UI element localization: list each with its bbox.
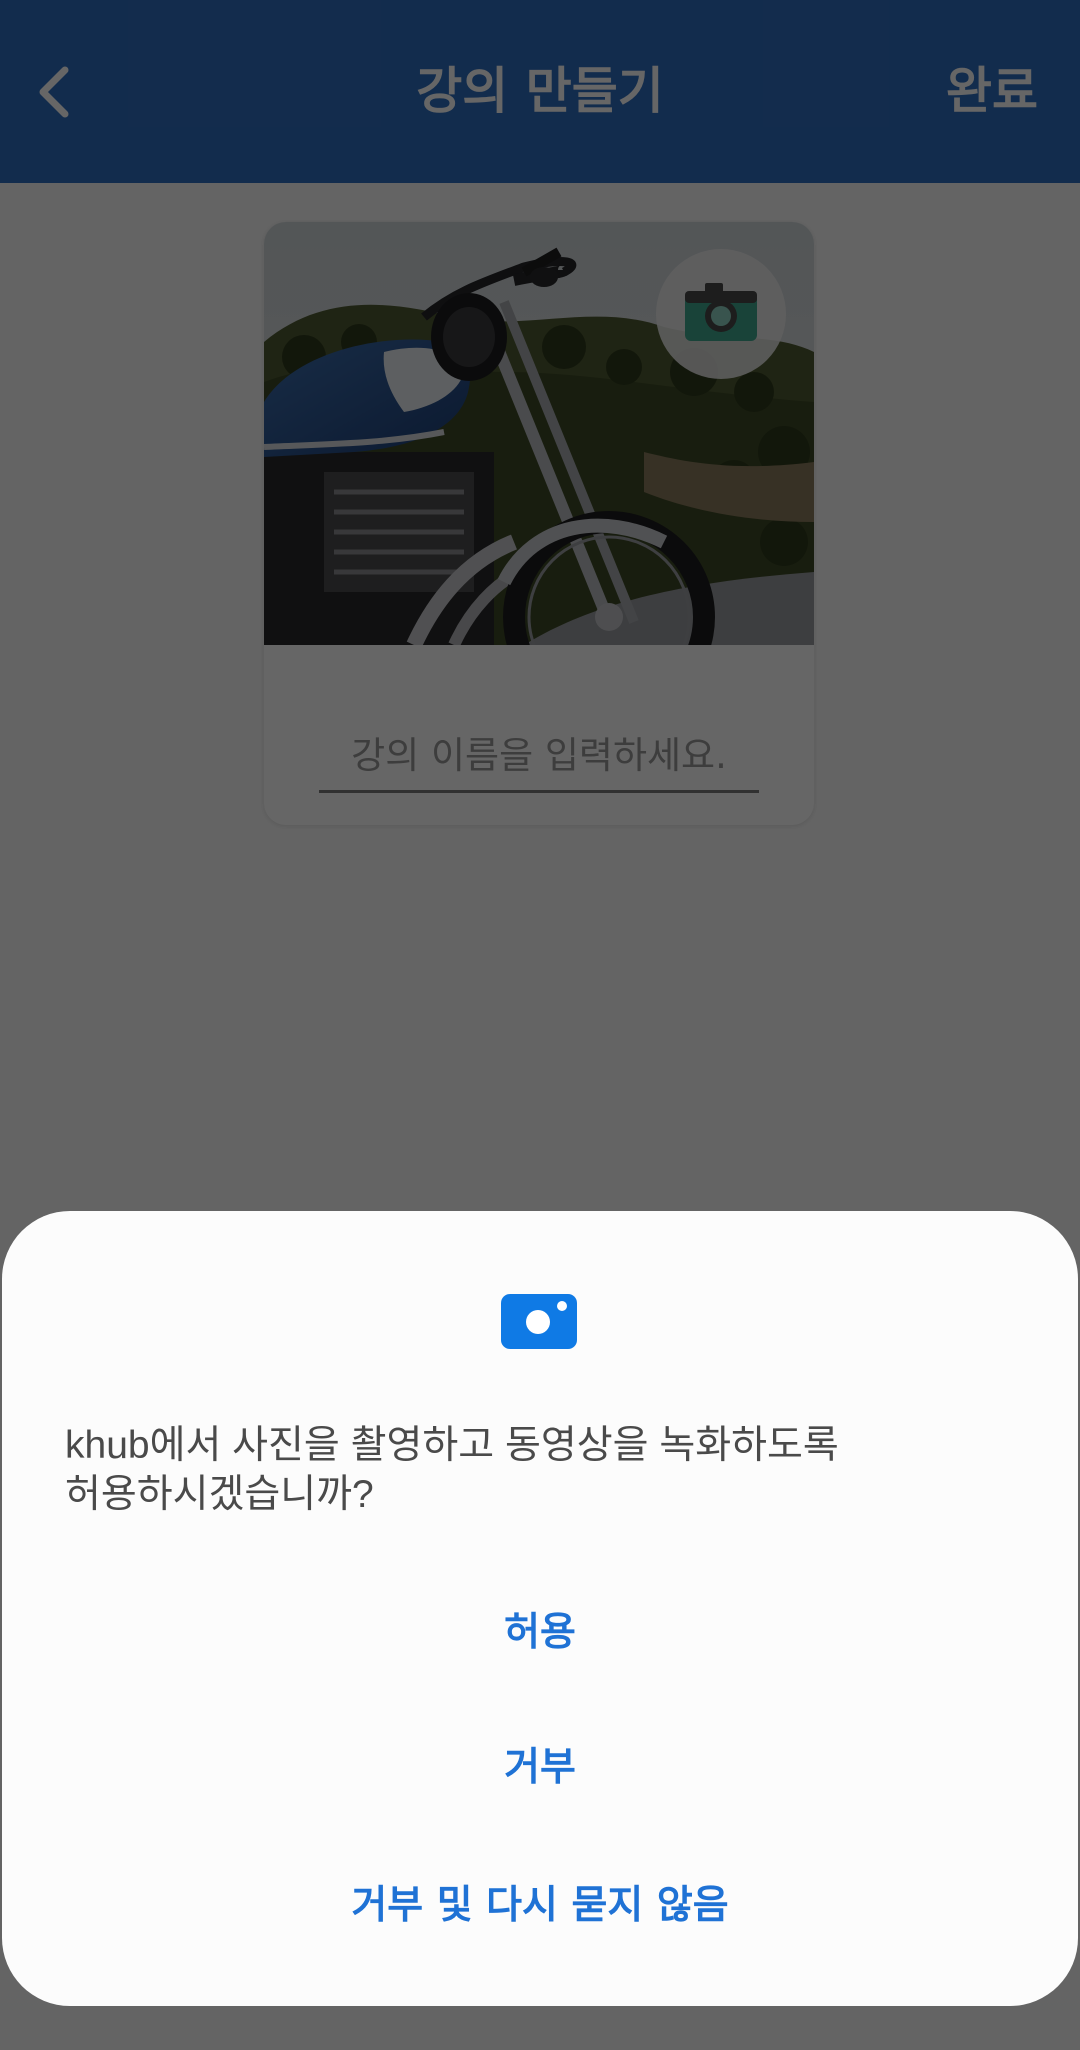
deny-button[interactable]: 거부 — [2, 1713, 1078, 1823]
camera-permission-dialog: khub에서 사진을 촬영하고 동영상을 녹화하도록 허용하시겠습니까? 허용 … — [2, 1211, 1078, 2006]
permission-message: khub에서 사진을 촬영하고 동영상을 녹화하도록 허용하시겠습니까? — [65, 1421, 985, 1519]
permission-message-line1: khub에서 사진을 촬영하고 동영상을 녹화하도록 — [65, 1424, 839, 1467]
permission-message-line2: 허용하시겠습니까? — [65, 1473, 374, 1516]
deny-dont-ask-again-button[interactable]: 거부 및 다시 묻지 않음 — [2, 1851, 1078, 1961]
allow-button[interactable]: 허용 — [2, 1578, 1078, 1688]
camera-icon — [501, 1294, 577, 1349]
